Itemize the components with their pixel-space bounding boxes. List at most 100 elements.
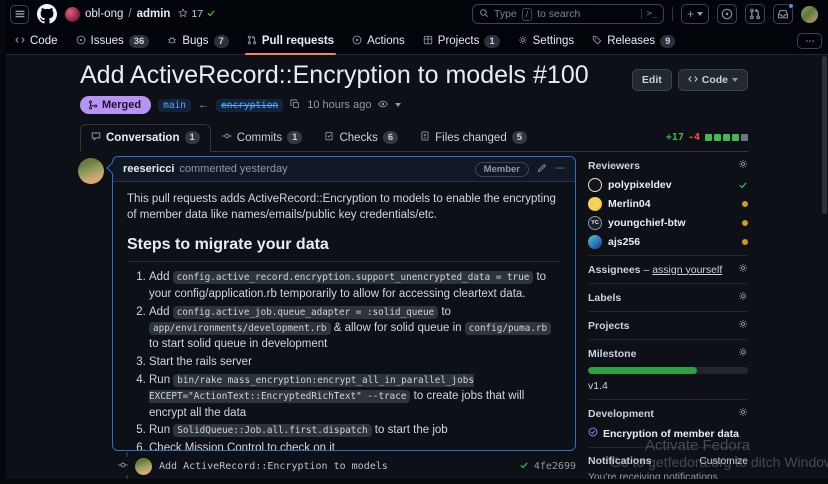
gear-icon[interactable] <box>738 319 748 332</box>
repo-tab-issues[interactable]: Issues36 <box>67 28 159 54</box>
reviewers-section: Reviewers polypixeldev Merlin04 YC young… <box>588 152 748 256</box>
commit-sha-link[interactable]: 4fe2699 <box>534 461 576 472</box>
commits-count-badge: 1 <box>287 131 302 144</box>
command-palette-icon[interactable]: >_ <box>641 9 657 19</box>
gear-icon[interactable] <box>738 347 748 360</box>
github-logo-icon[interactable] <box>37 4 57 24</box>
gear-icon[interactable] <box>738 407 748 420</box>
global-search-input[interactable]: Type / to search >_ <box>472 4 664 24</box>
repo-tab-code[interactable]: Code <box>6 28 67 54</box>
scrollbar-thumb[interactable] <box>822 56 827 214</box>
edit-button[interactable]: Edit <box>632 69 672 91</box>
notifications-inbox-button[interactable] <box>773 4 793 24</box>
inline-code: config.active_job.queue_adapter = :solid… <box>173 306 438 319</box>
breadcrumb: obl-ong / admin <box>65 7 170 22</box>
nav-overflow-button[interactable] <box>797 33 822 49</box>
member-badge: Member <box>475 162 529 177</box>
comment-icon <box>91 131 101 144</box>
issues-count-badge: 36 <box>129 35 150 48</box>
step-item: Run SolidQueue::Job.all.first.dispatch t… <box>149 422 561 438</box>
reviewer-row[interactable]: YC youngchief-btw <box>588 216 748 229</box>
gear-icon[interactable] <box>738 263 748 276</box>
additions-count: +17 <box>666 132 684 143</box>
reviewer-row[interactable]: polypixeldev <box>588 178 748 191</box>
head-branch-label[interactable]: encryption <box>216 99 283 112</box>
repo-tab-pull-requests[interactable]: Pull requests <box>238 28 343 54</box>
arrow-left-icon: ← <box>198 99 209 111</box>
commit-check-icon[interactable] <box>519 457 529 475</box>
milestone-section: Milestone v1.4 <box>588 340 748 400</box>
copy-branch-icon[interactable] <box>290 99 300 112</box>
code-icon <box>688 74 698 87</box>
repo-tab-bugs[interactable]: Bugs7 <box>158 28 238 54</box>
repo-tab-releases[interactable]: Releases9 <box>583 28 684 54</box>
comment-options-icon[interactable] <box>555 163 565 176</box>
development-section: Development Encryption of member data <box>588 400 748 448</box>
tab-files-changed[interactable]: Files changed5 <box>409 124 538 152</box>
projects-count-badge: 1 <box>484 35 499 48</box>
diffstat: +17 -4 <box>666 132 748 151</box>
reviewer-row[interactable]: ajs256 <box>588 235 748 248</box>
step-item: Add config.active_record.encryption.supp… <box>149 269 561 302</box>
org-avatar[interactable] <box>65 7 80 22</box>
reviewer-avatar <box>588 197 602 211</box>
tab-checks[interactable]: Checks6 <box>313 124 409 152</box>
hamburger-menu-button[interactable] <box>10 5 29 24</box>
create-new-button[interactable]: + <box>681 4 709 24</box>
issue-opened-icon <box>76 35 86 48</box>
star-icon <box>178 8 188 21</box>
assignees-section: Assignees – assign yourself <box>588 256 748 284</box>
pr-sidebar: Reviewers polypixeldev Merlin04 YC young… <box>588 152 748 484</box>
milestone-progress-fill <box>588 367 697 374</box>
milestone-progress-bar <box>588 367 748 374</box>
commit-author-avatar[interactable] <box>135 458 152 475</box>
eye-icon[interactable] <box>378 99 388 112</box>
pr-meta-row: Merged main ← encryption 10 hours ago <box>80 96 401 114</box>
gear-icon[interactable] <box>738 159 748 172</box>
assign-yourself-link[interactable]: assign yourself <box>652 264 722 276</box>
tab-commits[interactable]: Commits1 <box>211 124 314 152</box>
deletions-count: -4 <box>688 132 700 143</box>
labels-title: Labels <box>588 292 621 304</box>
star-count-group: 17 <box>178 8 216 21</box>
code-dropdown-button[interactable]: Code <box>678 69 748 91</box>
edit-comment-icon[interactable] <box>537 163 547 176</box>
pr-header-actions: Edit Code <box>632 69 748 91</box>
comment-meta: commented yesterday <box>179 163 287 175</box>
customize-link[interactable]: Customize <box>699 456 748 467</box>
user-avatar[interactable] <box>801 6 818 23</box>
your-issues-button[interactable] <box>717 4 737 24</box>
linked-issue[interactable]: Encryption of member data <box>588 427 748 440</box>
diffstat-blocks <box>705 134 748 141</box>
repo-nav: Code Issues36 Bugs7 Pull requests Action… <box>0 28 828 55</box>
reviewer-avatar: YC <box>588 216 602 230</box>
step-item: Add config.active_job.queue_adapter = :s… <box>149 304 561 353</box>
comment-author-avatar[interactable] <box>78 158 104 184</box>
reviewer-row[interactable]: Merlin04 <box>588 197 748 210</box>
play-icon <box>352 35 362 48</box>
milestone-name[interactable]: v1.4 <box>588 380 748 392</box>
your-pull-requests-button[interactable] <box>745 4 765 24</box>
repo-tab-actions[interactable]: Actions <box>343 28 414 54</box>
tab-conversation[interactable]: Conversation1 <box>80 124 211 152</box>
pr-description-comment: reesericci commented yesterday Member Th… <box>112 156 576 451</box>
breadcrumb-org[interactable]: obl-ong <box>85 8 123 20</box>
chevron-down-icon[interactable] <box>395 103 401 107</box>
diffstat-block <box>732 134 739 141</box>
gear-icon <box>518 35 528 48</box>
diffstat-block <box>723 134 730 141</box>
repo-tab-projects[interactable]: Projects1 <box>414 28 509 54</box>
diffstat-block <box>741 134 748 141</box>
bugs-count-badge: 7 <box>214 35 229 48</box>
comment-author[interactable]: reesericci <box>123 163 174 175</box>
pr-tab-bar: Conversation1 Commits1 Checks6 Files cha… <box>80 123 748 152</box>
steps-heading: Steps to migrate your data <box>127 234 561 263</box>
breadcrumb-repo[interactable]: admin <box>137 8 171 20</box>
repo-tab-settings[interactable]: Settings <box>509 28 584 54</box>
base-branch-label[interactable]: main <box>158 99 191 112</box>
commit-message[interactable]: Add ActiveRecord::Encryption to models <box>159 461 388 472</box>
step-item: Start the rails server <box>149 354 561 370</box>
development-title: Development <box>588 408 654 420</box>
pr-number: #100 <box>533 61 589 89</box>
gear-icon[interactable] <box>738 291 748 304</box>
